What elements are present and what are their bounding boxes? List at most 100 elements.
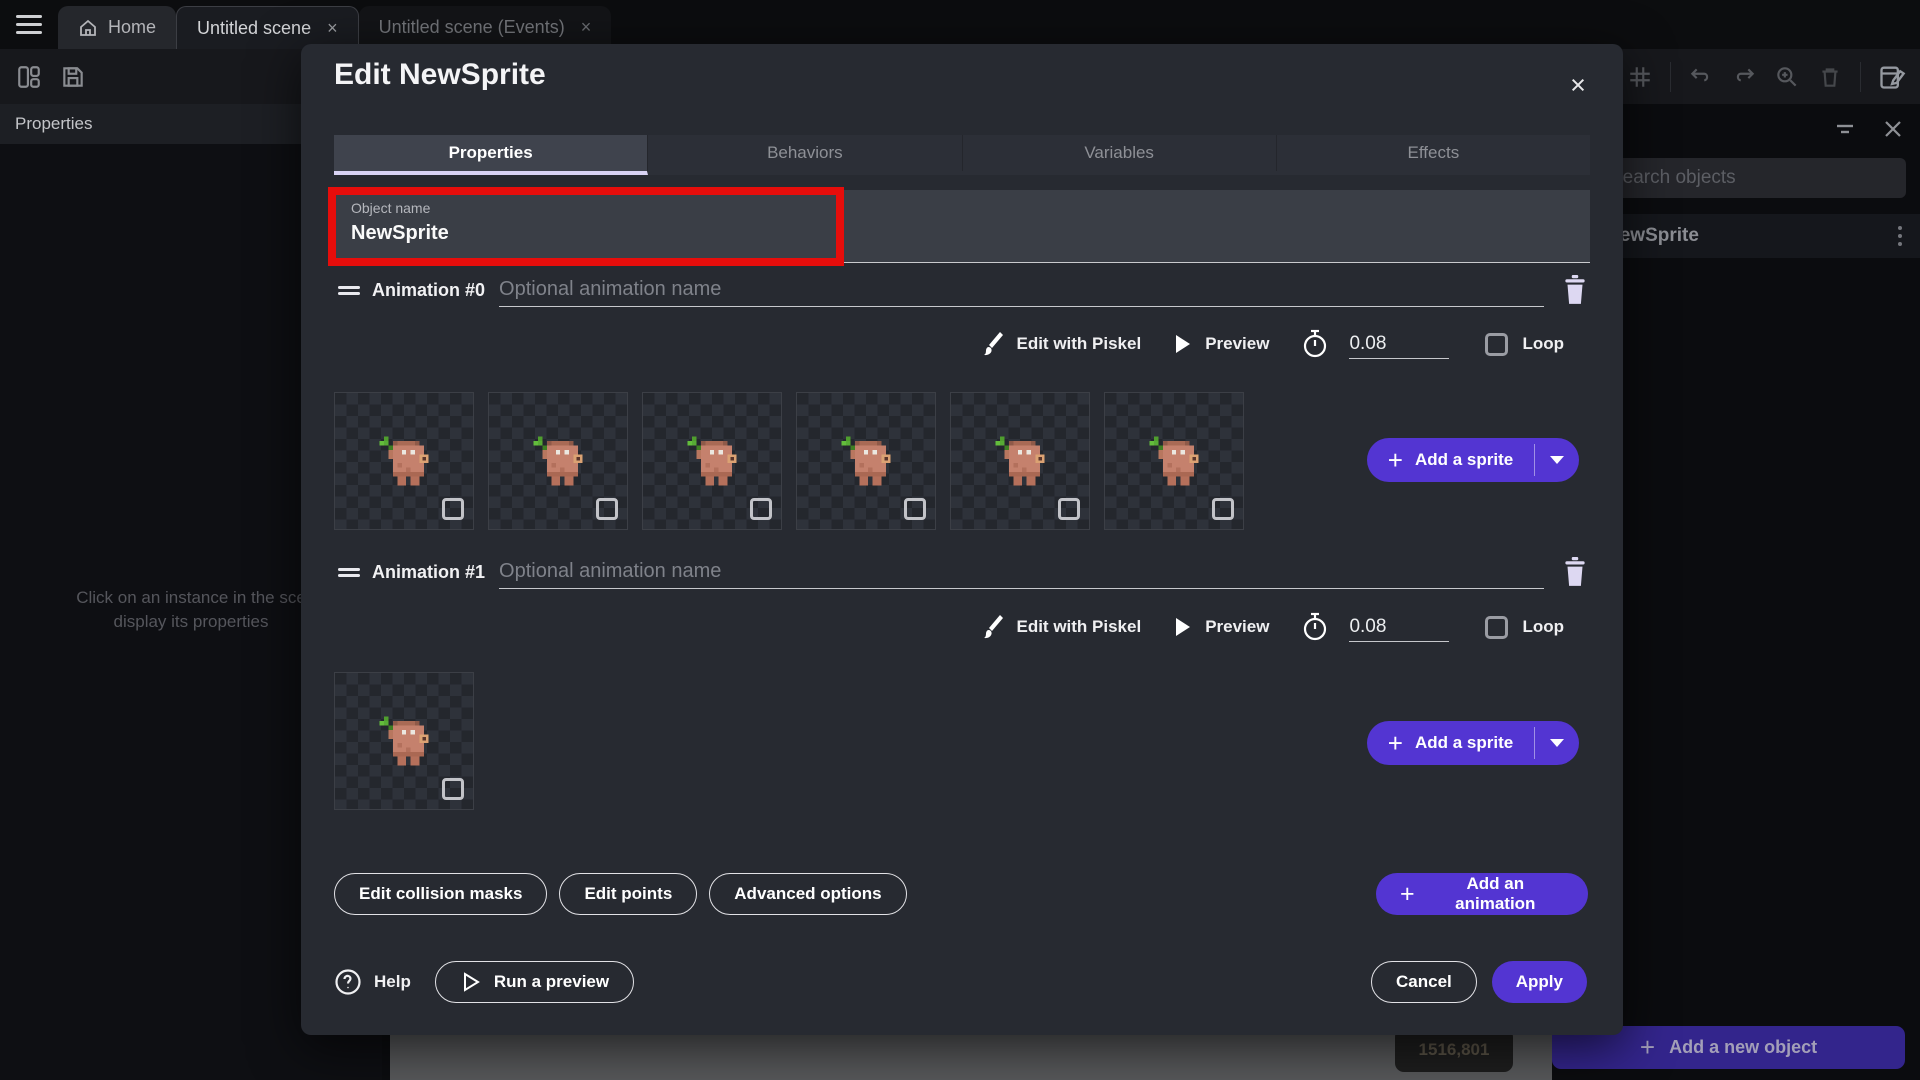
frame-select-checkbox[interactable]	[596, 498, 618, 520]
close-panel-icon[interactable]	[1882, 118, 1904, 140]
stopwatch-icon	[1301, 612, 1329, 642]
search-objects-input[interactable]	[1598, 158, 1906, 198]
edit-with-piskel-button[interactable]: Edit with Piskel	[980, 614, 1141, 640]
plus-icon: +	[1388, 728, 1403, 759]
close-tab-icon[interactable]: ×	[575, 17, 592, 38]
toolbar-separator	[1860, 62, 1861, 92]
frame-select-checkbox[interactable]	[904, 498, 926, 520]
toggle-panels-icon[interactable]	[16, 64, 42, 90]
animation-name-input[interactable]	[499, 555, 1544, 589]
edit-collision-masks-button[interactable]: Edit collision masks	[334, 873, 547, 915]
chevron-down-icon	[1549, 455, 1565, 465]
home-icon	[78, 18, 98, 38]
frame-select-checkbox[interactable]	[442, 498, 464, 520]
dialog-title: Edit NewSprite	[334, 58, 546, 92]
tab-variables[interactable]: Variables	[963, 135, 1277, 171]
animation-0-header: Animation #0	[334, 272, 1590, 308]
loop-checkbox[interactable]	[1485, 616, 1508, 639]
edit-with-piskel-button[interactable]: Edit with Piskel	[980, 331, 1141, 357]
save-icon[interactable]	[60, 64, 86, 90]
loop-label: Loop	[1522, 617, 1564, 637]
pig-sprite-image	[375, 712, 433, 770]
animation-label: Animation #0	[372, 280, 485, 301]
animation-0-controls: Edit with Piskel Preview Loop	[334, 327, 1590, 361]
trash-icon[interactable]	[1817, 64, 1843, 90]
plus-icon: +	[1388, 445, 1403, 476]
preview-button[interactable]: Preview	[1173, 333, 1269, 355]
dialog-close-icon[interactable]: ×	[1565, 72, 1591, 98]
dialog-footer: Help Run a preview Cancel Apply	[334, 961, 1590, 1003]
sprite-frame-thumbnail[interactable]	[796, 392, 936, 530]
delete-animation-icon[interactable]	[1560, 274, 1590, 306]
pig-sprite-image	[683, 432, 741, 490]
brush-icon	[980, 331, 1004, 357]
sprite-frame-thumbnail[interactable]	[1104, 392, 1244, 530]
animation-1-controls: Edit with Piskel Preview Loop	[334, 610, 1590, 644]
time-between-frames-input[interactable]	[1349, 329, 1449, 359]
sprite-frame-thumbnail[interactable]	[642, 392, 782, 530]
play-icon	[1173, 616, 1193, 638]
object-name-field[interactable]: Object name	[334, 190, 1590, 263]
sprite-frame-thumbnail[interactable]	[334, 672, 474, 810]
grid-icon[interactable]	[1627, 64, 1653, 90]
add-sprite-button[interactable]: +Add a sprite	[1367, 721, 1579, 765]
frame-select-checkbox[interactable]	[750, 498, 772, 520]
frame-select-checkbox[interactable]	[1212, 498, 1234, 520]
tab-effects[interactable]: Effects	[1277, 135, 1590, 171]
animation-0-frames	[334, 392, 1244, 530]
add-sprite-dropdown-arrow[interactable]	[1535, 738, 1579, 748]
undo-icon[interactable]	[1688, 64, 1714, 90]
edit-object-dialog: Edit NewSprite × Properties Behaviors Va…	[301, 44, 1623, 1035]
brush-icon	[980, 614, 1004, 640]
dialog-tab-bar: Properties Behaviors Variables Effects	[334, 135, 1590, 175]
time-between-frames-input[interactable]	[1349, 612, 1449, 642]
toolbar-separator	[1670, 62, 1671, 92]
play-outline-icon	[460, 971, 482, 993]
tab-untitled-scene[interactable]: Untitled scene ×	[176, 6, 359, 49]
tab-behaviors[interactable]: Behaviors	[648, 135, 962, 171]
drag-handle-icon[interactable]	[338, 565, 360, 580]
delete-animation-icon[interactable]	[1560, 556, 1590, 588]
pig-sprite-image	[1145, 432, 1203, 490]
animation-name-input[interactable]	[499, 273, 1544, 307]
plus-icon: +	[1400, 880, 1415, 909]
add-animation-button[interactable]: + Add an animation	[1376, 873, 1588, 915]
run-preview-button[interactable]: Run a preview	[435, 961, 634, 1003]
add-sprite-dropdown-arrow[interactable]	[1535, 455, 1579, 465]
advanced-options-button[interactable]: Advanced options	[709, 873, 906, 915]
preview-button[interactable]: Preview	[1173, 616, 1269, 638]
animation-1-frames	[334, 672, 474, 810]
zoom-in-icon[interactable]	[1774, 64, 1800, 90]
help-button[interactable]: Help	[334, 968, 411, 996]
loop-checkbox[interactable]	[1485, 333, 1508, 356]
help-icon	[334, 968, 362, 996]
close-tab-icon[interactable]: ×	[321, 18, 338, 39]
edit-points-button[interactable]: Edit points	[559, 873, 697, 915]
frame-select-checkbox[interactable]	[1058, 498, 1080, 520]
frame-select-checkbox[interactable]	[442, 778, 464, 800]
tab-properties[interactable]: Properties	[334, 135, 648, 175]
hamburger-menu-icon[interactable]	[16, 15, 42, 35]
pig-sprite-image	[375, 432, 433, 490]
sprite-frame-thumbnail[interactable]	[334, 392, 474, 530]
tab-untitled-scene-events[interactable]: Untitled scene (Events) ×	[359, 6, 612, 49]
add-sprite-button[interactable]: +Add a sprite	[1367, 438, 1579, 482]
tab-home[interactable]: Home	[58, 6, 176, 49]
top-tab-bar: Home Untitled scene × Untitled scene (Ev…	[0, 0, 1920, 49]
loop-label: Loop	[1522, 334, 1564, 354]
pig-sprite-image	[837, 432, 895, 490]
drag-handle-icon[interactable]	[338, 283, 360, 298]
filter-icon[interactable]	[1834, 118, 1856, 140]
object-name-input[interactable]	[351, 222, 851, 245]
sprite-frame-thumbnail[interactable]	[488, 392, 628, 530]
redo-icon[interactable]	[1731, 64, 1757, 90]
tab-events-label: Untitled scene (Events)	[379, 17, 565, 38]
animation-label: Animation #1	[372, 562, 485, 583]
apply-button[interactable]: Apply	[1492, 961, 1587, 1003]
play-icon	[1173, 333, 1193, 355]
cancel-button[interactable]: Cancel	[1371, 961, 1477, 1003]
object-menu-dots-icon[interactable]	[1898, 226, 1902, 246]
animation-1-header: Animation #1	[334, 554, 1590, 590]
sprite-frame-thumbnail[interactable]	[950, 392, 1090, 530]
edit-events-icon[interactable]	[1878, 63, 1906, 91]
